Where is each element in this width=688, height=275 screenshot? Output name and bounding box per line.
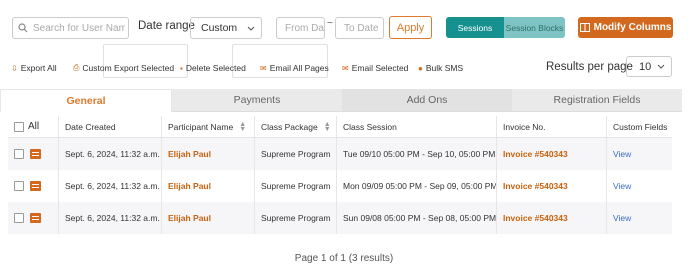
select-all-label: All <box>28 121 40 132</box>
tab-payments[interactable]: Payments <box>172 89 342 112</box>
class-session-cell: Sun 09/08 05:00 PM - Sep 08, 05:00 PM <box>337 202 497 234</box>
class-session-cell: Mon 09/09 05:00 PM - Sep 09, 05:00 PM <box>337 170 497 202</box>
custom-fields-cell: View <box>607 138 672 170</box>
sort-icon[interactable]: ▲ ▼ <box>324 121 331 133</box>
print-icon: ⎙ <box>73 63 80 72</box>
select-all-checkbox[interactable] <box>14 121 24 132</box>
export-all-label: Export All <box>20 63 57 73</box>
view-link[interactable]: View <box>613 149 631 159</box>
class-package-cell: Supreme Program <box>255 202 337 234</box>
date-range-label: Date range <box>138 20 195 32</box>
invoice-cell: Invoice #540343 <box>497 170 607 202</box>
date-created-cell: Sept. 6, 2024, 11:32 a.m. <box>59 170 162 202</box>
from-date-input[interactable]: From Date <box>276 17 325 39</box>
table-row: Sept. 6, 2024, 11:32 a.m. Elijah Paul Su… <box>8 202 672 234</box>
custom-export-label: Custom Export Selected <box>82 63 175 73</box>
envelope-icon: ✉ <box>260 63 267 73</box>
export-all-action[interactable]: ⇩ Export All <box>11 63 57 73</box>
row-select-cell <box>8 170 59 202</box>
date-separator: ~ <box>327 18 333 29</box>
table-header: All Date Created Participant Name ▲ ▼ Cla… <box>8 116 672 138</box>
chat-bubble-icon: ● <box>418 63 423 73</box>
participant-name[interactable]: Elijah Paul <box>168 149 211 159</box>
tab-general[interactable]: General <box>0 89 172 112</box>
pagination-status: Page 1 of 1 (3 results) <box>294 253 394 264</box>
results-per-page-value: 10 <box>639 60 652 73</box>
results-per-page-label: Results per page <box>546 61 633 73</box>
search-input[interactable] <box>33 22 125 34</box>
modify-columns-button[interactable]: Modify Columns <box>578 17 673 38</box>
class-session-cell: Tue 09/10 05:00 PM - Sep 10, 05:00 PM <box>337 138 497 170</box>
participant-name[interactable]: Elijah Paul <box>168 181 211 191</box>
column-participant-name[interactable]: Participant Name ▲ ▼ <box>162 116 255 137</box>
date-created-cell: Sept. 6, 2024, 11:32 a.m. <box>59 202 162 234</box>
date-range-value: Custom <box>201 22 238 34</box>
sessions-toggle[interactable]: Sessions <box>446 17 504 38</box>
details-icon[interactable] <box>30 213 41 223</box>
email-selected-action[interactable]: ✉ Email Selected <box>342 63 408 73</box>
chevron-down-icon <box>657 64 665 69</box>
search-field[interactable] <box>12 17 129 39</box>
row-checkbox[interactable] <box>14 149 24 159</box>
invoice-link[interactable]: Invoice #540343 <box>503 181 568 191</box>
view-toggle[interactable]: Sessions Session Blocks <box>446 17 565 38</box>
registrations-table: All Date Created Participant Name ▲ ▼ Cla… <box>8 116 672 234</box>
invoice-cell: Invoice #540343 <box>497 138 607 170</box>
date-range-select[interactable]: Custom <box>190 17 262 39</box>
row-select-cell <box>8 202 59 234</box>
tab-bar: General Payments Add Ons Registration Fi… <box>0 89 682 112</box>
delete-selected-label: Delete Selected <box>185 63 246 73</box>
email-all-pages-action[interactable]: ✉ Email All Pages <box>260 63 329 73</box>
participant-name-link[interactable]: Elijah Paul <box>162 202 255 234</box>
view-link[interactable]: View <box>613 181 631 191</box>
row-checkbox[interactable] <box>14 213 24 223</box>
participant-name-link[interactable]: Elijah Paul <box>162 138 255 170</box>
invoice-cell: Invoice #540343 <box>497 202 607 234</box>
search-icon <box>18 23 28 33</box>
column-class-session: Class Session <box>337 116 497 137</box>
date-created-cell: Sept. 6, 2024, 11:32 a.m. <box>59 138 162 170</box>
view-link[interactable]: View <box>613 213 631 223</box>
tab-add-ons[interactable]: Add Ons <box>342 89 512 112</box>
details-icon[interactable] <box>30 149 41 159</box>
custom-export-action[interactable]: ⎙ Custom Export Selected <box>73 63 174 73</box>
column-custom-fields: Custom Fields <box>613 121 668 132</box>
column-date-created: Date Created <box>59 116 162 137</box>
class-package-cell: Supreme Program <box>255 170 337 202</box>
custom-fields-cell: View <box>607 202 672 234</box>
row-checkbox[interactable] <box>14 181 24 191</box>
column-invoice-no: Invoice No. <box>497 116 607 137</box>
row-select-cell <box>8 138 59 170</box>
participant-name[interactable]: Elijah Paul <box>168 213 211 223</box>
participant-name-link[interactable]: Elijah Paul <box>162 170 255 202</box>
column-participant-name-label: Participant Name <box>168 121 234 132</box>
class-package-cell: Supreme Program <box>255 138 337 170</box>
delete-selected-action[interactable]: ▪ Delete Selected <box>180 63 246 73</box>
envelope-outline-icon: ✉ <box>342 63 349 73</box>
export-icon: ⇩ <box>11 63 18 73</box>
invoice-link[interactable]: Invoice #540343 <box>503 213 568 223</box>
invoice-link[interactable]: Invoice #540343 <box>503 149 568 159</box>
custom-fields-cell: View <box>607 170 672 202</box>
tab-registration-fields[interactable]: Registration Fields <box>512 89 682 112</box>
column-class-package[interactable]: Class Package ▲ ▼ <box>255 116 337 137</box>
apply-button[interactable]: Apply <box>389 16 432 39</box>
bulk-sms-label: Bulk SMS <box>425 63 464 73</box>
table-row: Sept. 6, 2024, 11:32 a.m. Elijah Paul Su… <box>8 138 672 170</box>
email-selected-label: Email Selected <box>351 63 409 73</box>
email-all-pages-label: Email All Pages <box>269 63 329 73</box>
select-all-cell: All <box>8 116 59 137</box>
trash-icon: ▪ <box>180 63 183 73</box>
modify-columns-label: Modify Columns <box>593 22 672 33</box>
session-blocks-toggle[interactable]: Session Blocks <box>504 17 565 38</box>
chevron-down-icon <box>247 26 255 31</box>
details-icon[interactable] <box>30 181 41 191</box>
columns-icon <box>579 23 590 32</box>
sort-icon[interactable]: ▲ ▼ <box>239 121 246 133</box>
results-per-page-select[interactable]: 10 <box>626 56 672 77</box>
to-date-input[interactable]: To Date <box>335 17 384 39</box>
bulk-sms-action[interactable]: ● Bulk SMS <box>418 63 463 73</box>
table-row: Sept. 6, 2024, 11:32 a.m. Elijah Paul Su… <box>8 170 672 202</box>
column-class-package-label: Class Package <box>261 121 318 132</box>
